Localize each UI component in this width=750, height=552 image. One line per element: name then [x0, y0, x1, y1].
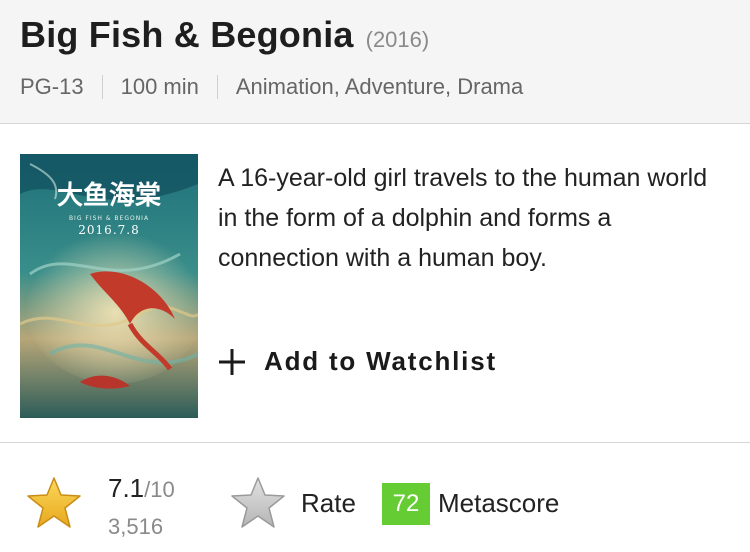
divider: [101, 75, 103, 99]
rate-star-icon[interactable]: [230, 476, 286, 530]
watchlist-label: Add to Watchlist: [264, 346, 497, 376]
poster-subtitle: BIG FISH & BEGONIA: [69, 215, 149, 222]
genres[interactable]: Animation, Adventure, Drama: [236, 74, 523, 100]
title-row: Big Fish & Begonia (2016): [20, 14, 429, 56]
plot-summary: A 16-year-old girl travels to the human …: [218, 164, 708, 272]
overview-section: 大鱼海棠 BIG FISH & BEGONIA 2016.7.8 A 16-ye…: [0, 124, 750, 443]
metascore-label[interactable]: Metascore: [438, 488, 559, 519]
poster-date: 2016.7.8: [78, 223, 139, 237]
movie-title: Big Fish & Begonia: [20, 14, 354, 55]
vote-count[interactable]: 3,516: [108, 514, 163, 540]
rating-scale: /10: [144, 477, 175, 502]
poster-title: 大鱼海棠: [57, 181, 162, 211]
rating-score: 7.1: [108, 473, 145, 503]
metascore-badge[interactable]: 72: [382, 483, 430, 525]
poster-image: 大鱼海棠 BIG FISH & BEGONIA 2016.7.8: [20, 154, 198, 418]
certificate: PG-13: [20, 74, 84, 99]
movie-meta: PG-13 100 min Animation, Adventure, Dram…: [20, 74, 523, 100]
title-header: Big Fish & Begonia (2016) PG-13 100 min …: [0, 0, 750, 124]
add-to-watchlist-button[interactable]: Add to Watchlist: [218, 346, 497, 377]
star-icon: [27, 477, 81, 528]
rate-button[interactable]: Rate: [301, 488, 356, 519]
ratings-bar: 7.1/10 3,516 Rate 72 Metascore: [0, 443, 750, 552]
plus-icon: [219, 348, 245, 375]
user-rating: 7.1/10: [108, 473, 175, 504]
release-year[interactable]: (2016): [366, 27, 430, 53]
divider: [216, 75, 218, 99]
runtime: 100 min: [120, 74, 199, 99]
movie-poster[interactable]: 大鱼海棠 BIG FISH & BEGONIA 2016.7.8: [20, 154, 198, 418]
